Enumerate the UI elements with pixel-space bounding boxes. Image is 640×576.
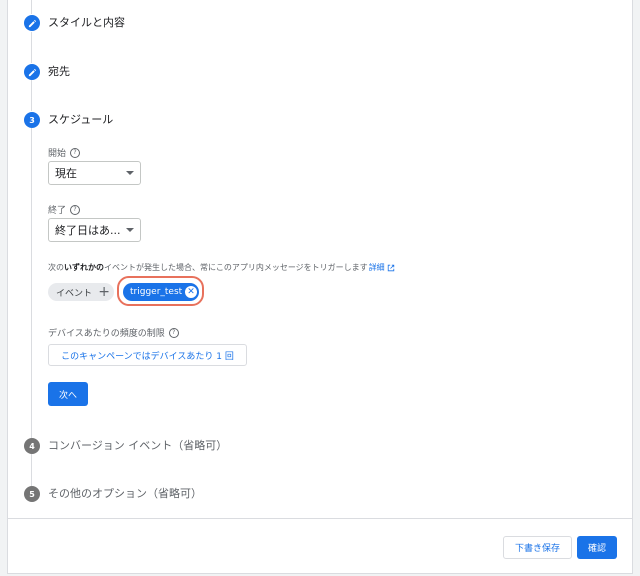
step-1-title[interactable]: スタイルと内容 <box>48 15 125 31</box>
step-3-number: 3 <box>24 112 40 128</box>
next-button[interactable]: 次へ <box>48 382 88 406</box>
confirm-button[interactable]: 確認 <box>577 536 617 559</box>
step-2-title[interactable]: 宛先 <box>48 64 70 80</box>
start-select[interactable]: 現在 <box>48 161 141 185</box>
step-connector <box>31 0 32 14</box>
step-1-pencil-icon <box>24 15 40 31</box>
help-icon[interactable]: ? <box>70 204 81 215</box>
end-label-row: 終了 ? <box>48 203 81 216</box>
dropdown-caret-icon <box>126 228 134 232</box>
step-3-title[interactable]: スケジュール <box>48 112 113 128</box>
frequency-label-row: デバイスあたりの頻度の制限 ? <box>48 326 179 339</box>
trigger-event-chip[interactable]: trigger_test ✕ <box>123 283 199 301</box>
help-icon[interactable]: ? <box>168 327 179 338</box>
step-connector <box>31 32 32 63</box>
step-2-pencil-icon <box>24 64 40 80</box>
start-label: 開始 <box>48 149 67 159</box>
step-connector <box>31 80 32 111</box>
remove-chip-icon[interactable]: ✕ <box>185 286 197 298</box>
end-label: 終了 <box>48 206 67 216</box>
footer-divider <box>7 518 633 519</box>
trigger-chip-label: trigger_test <box>130 287 183 297</box>
end-select-value: 終了日はあ... <box>55 224 121 237</box>
start-select-value: 現在 <box>55 167 77 180</box>
trigger-description-prefix: 次の <box>48 263 64 272</box>
external-link-icon[interactable] <box>387 264 395 272</box>
step-5-title[interactable]: その他のオプション（省略可） <box>48 486 202 502</box>
trigger-description-suffix: イベントが発生した場合、常にこのアプリ内メッセージをトリガーします <box>104 263 368 272</box>
step-5-number: 5 <box>24 486 40 502</box>
step-4-number: 4 <box>24 438 40 454</box>
start-label-row: 開始 ? <box>48 146 81 159</box>
add-event-chip[interactable]: イベント + <box>48 283 114 301</box>
learn-more-link[interactable]: 詳細 <box>369 262 385 273</box>
step-4-title[interactable]: コンバージョン イベント（省略可） <box>48 438 227 454</box>
save-draft-button[interactable]: 下書き保存 <box>503 536 572 559</box>
dropdown-caret-icon <box>126 171 134 175</box>
frequency-label: デバイスあたりの頻度の制限 <box>48 329 165 339</box>
help-icon[interactable]: ? <box>70 147 81 158</box>
step-connector <box>31 454 32 486</box>
plus-icon[interactable]: + <box>98 285 110 299</box>
frequency-limit-button[interactable]: このキャンペーンではデバイスあたり 1 回 <box>48 344 247 366</box>
event-chip-label: イベント <box>56 288 93 299</box>
trigger-description-bold: いずれかの <box>64 263 104 272</box>
trigger-description: 次の いずれかの イベントが発生した場合、常にこのアプリ内メッセージをトリガーします… <box>48 262 395 273</box>
end-select[interactable]: 終了日はあ... <box>48 218 141 242</box>
step-connector <box>31 128 32 438</box>
